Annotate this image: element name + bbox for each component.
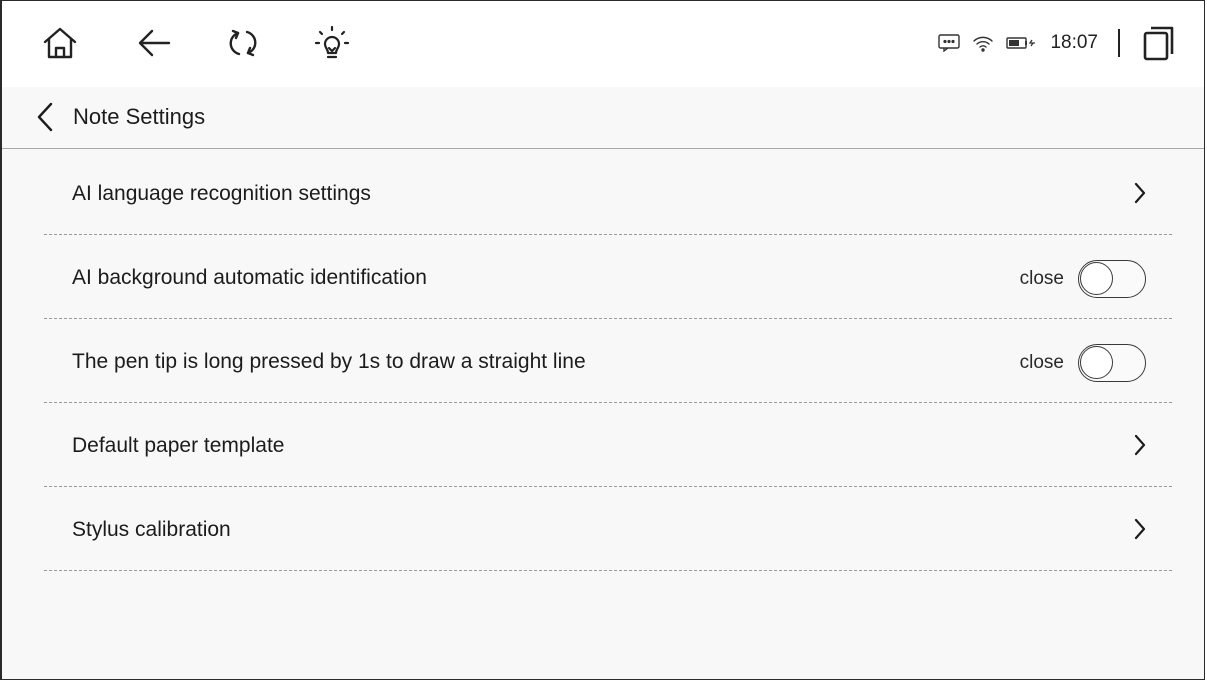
toggle-switch[interactable] (1078, 260, 1146, 298)
setting-label: AI language recognition settings (72, 182, 371, 205)
chevron-right-icon (1134, 182, 1146, 204)
battery-charging-icon (1006, 35, 1036, 51)
refresh-icon[interactable] (221, 21, 265, 65)
setting-ai-background-identification: AI background automatic identification c… (44, 235, 1172, 319)
page-title: Note Settings (73, 104, 206, 129)
toggle-control: close (1020, 343, 1146, 383)
wifi-icon (972, 34, 994, 52)
recent-apps-icon[interactable] (1142, 24, 1176, 62)
setting-label: Stylus calibration (72, 518, 231, 541)
toggle-state-label: close (1019, 352, 1064, 373)
setting-ai-language-recognition[interactable]: AI language recognition settings (44, 151, 1172, 235)
message-icon (938, 34, 961, 52)
lightbulb-icon[interactable] (310, 21, 354, 65)
toggle-control: close (1020, 259, 1146, 299)
setting-default-paper-template[interactable]: Default paper template (44, 403, 1172, 487)
back-arrow-icon[interactable] (132, 21, 176, 65)
chevron-right-icon (1134, 518, 1146, 540)
chevron-left-icon (37, 102, 53, 132)
setting-label: The pen tip is long pressed by 1s to dra… (72, 350, 586, 373)
device-screen: 18:07 Note Settings AI language recognit… (0, 0, 1205, 680)
setting-label: Default paper template (72, 434, 285, 457)
toggle-state-label: close (1019, 268, 1064, 289)
page-header: Note Settings (2, 87, 1204, 149)
toggle-switch[interactable] (1078, 344, 1146, 382)
toggle-knob (1080, 346, 1113, 379)
clock: 18:07 (1050, 32, 1098, 53)
status-divider (1118, 29, 1120, 57)
chevron-right-icon (1134, 434, 1146, 456)
back-button[interactable] (32, 99, 58, 135)
status-area: 18:07 (938, 21, 1176, 65)
toggle-knob (1080, 262, 1113, 295)
home-icon[interactable] (38, 21, 82, 65)
settings-list: AI language recognition settings AI back… (44, 151, 1172, 571)
setting-pen-long-press-straight-line: The pen tip is long pressed by 1s to dra… (44, 319, 1172, 403)
setting-stylus-calibration[interactable]: Stylus calibration (44, 487, 1172, 571)
status-bar: 18:07 (2, 1, 1204, 87)
setting-label: AI background automatic identification (72, 266, 427, 289)
